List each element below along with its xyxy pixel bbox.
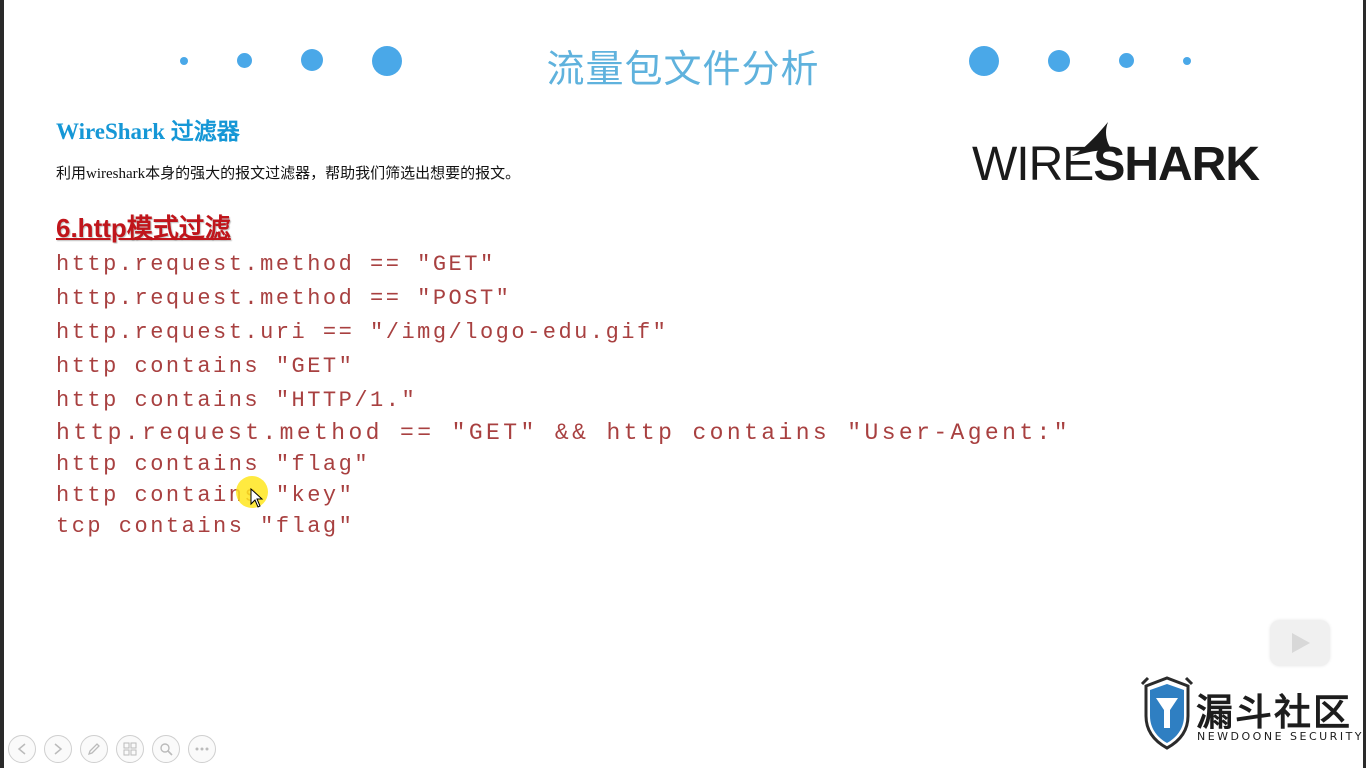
more-icon: [195, 747, 209, 751]
prev-icon: [17, 743, 26, 755]
zoom-button[interactable]: [152, 735, 180, 763]
logo-word-shark: SHARK: [1093, 138, 1260, 191]
description: 利用wireshark本身的强大的报文过滤器，帮助我们筛选出想要的报文。: [56, 166, 521, 182]
filter-line: http.request.method == "POST": [56, 286, 512, 311]
wireshark-logo: WIRESHARK: [972, 118, 1260, 198]
filter-line: http contains "flag": [56, 452, 371, 477]
slideshow-controls: [8, 735, 216, 763]
filter-line: http.request.method == "GET": [56, 252, 496, 277]
next-slide-button[interactable]: [44, 735, 72, 763]
play-button[interactable]: [1270, 620, 1330, 666]
more-button[interactable]: [188, 735, 216, 763]
filter-line: http.request.uri == "/img/logo-edu.gif": [56, 320, 669, 345]
section-title: WireShark 过滤器: [56, 119, 240, 144]
zoom-icon: [160, 743, 173, 756]
filter-line: http.request.method == "GET" && http con…: [56, 420, 1071, 446]
brand-name: 漏斗社区: [1196, 691, 1352, 734]
filter-list: http.request.method == "GET" http.reques…: [56, 248, 1071, 542]
brand-subtitle: NEWDOONE SECURITY: [1197, 730, 1365, 743]
filter-line: http contains "HTTP/1.": [56, 388, 418, 413]
filter-line: http contains "GET": [56, 354, 355, 379]
funnel-shield-icon: [1140, 676, 1194, 750]
logo-word-wire: WIRE: [972, 138, 1094, 191]
pen-button[interactable]: [80, 735, 108, 763]
next-icon: [54, 743, 63, 755]
filter-line: http contains "key": [56, 483, 355, 508]
subheading: 6.http模式过滤: [56, 213, 231, 243]
slides-button[interactable]: [116, 735, 144, 763]
newdoone-brand: 漏斗社区 NEWDOONE SECURITY: [1140, 676, 1362, 754]
slide-title: 流量包文件分析: [546, 47, 820, 91]
pen-icon: [87, 743, 100, 756]
mouse-pointer-icon: [250, 488, 264, 508]
window-border-left: [0, 0, 4, 768]
slides-icon: [123, 742, 137, 756]
wireshark-wordmark: WIRESHARK: [972, 138, 1260, 191]
play-icon: [1292, 633, 1310, 653]
prev-slide-button[interactable]: [8, 735, 36, 763]
filter-line: tcp contains "flag": [56, 514, 355, 539]
